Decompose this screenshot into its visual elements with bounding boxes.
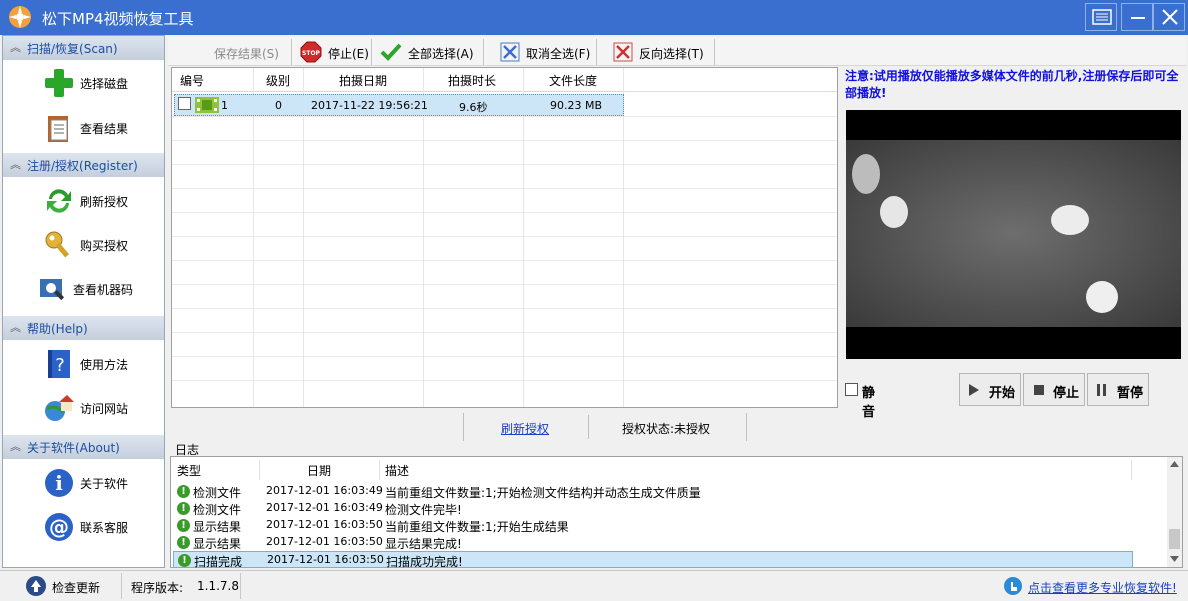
plus-icon [45, 69, 73, 97]
app-logo-icon [9, 6, 31, 28]
pause-button[interactable]: 暂停 [1087, 373, 1149, 406]
version-label: 程序版本: [131, 581, 184, 595]
section-about[interactable]: ︽ 关于软件(About) [3, 435, 164, 459]
at-icon: @ [45, 513, 73, 541]
table-row[interactable]: 1 0 2017-11-22 19:56:21 9.6秒 90.23 MB [174, 94, 624, 116]
scroll-thumb[interactable] [1169, 529, 1180, 549]
close-button[interactable] [1153, 3, 1185, 31]
auth-state-text: 授权状态:未授权 [622, 422, 711, 436]
window-title: 松下MP4视频恢复工具 [42, 10, 194, 28]
play-icon [969, 384, 979, 396]
info-status-icon: ! [177, 502, 190, 515]
select-all-button[interactable]: 全部选择(A) [378, 40, 478, 64]
key-icon [45, 231, 70, 258]
stop-sign-icon: STOP [300, 41, 322, 63]
clipboard-icon [48, 116, 68, 142]
scroll-down-icon [1170, 556, 1179, 562]
sidebar-item-select-disk[interactable]: 选择磁盘 [3, 63, 164, 103]
sidebar-item-usage[interactable]: ? 使用方法 [3, 344, 164, 384]
svg-text:@: @ [49, 515, 69, 539]
log-row-selected[interactable]: ! 扫描完成 2017-12-01 16:03:50 扫描成功完成! [173, 551, 1133, 569]
menu-button[interactable] [1085, 3, 1117, 31]
help-book-icon: ? [48, 350, 70, 378]
scroll-up-icon [1170, 461, 1179, 467]
auth-status-bar: 刷新授权 授权状态:未授权 [463, 413, 747, 441]
stop-playback-button[interactable]: 停止 [1023, 373, 1085, 406]
info-status-icon: ! [178, 554, 191, 567]
stop-button[interactable]: STOP 停止(E) [298, 40, 369, 64]
trial-notice: 注意:试用播放仅能播放多媒体文件的前几秒,注册保存后即可全部播放! [845, 69, 1179, 100]
toolbar: 保存结果(S) STOP 停止(E) 全部选择(A) 取消全选(F) 反向选择(… [168, 37, 1186, 66]
col-header-date[interactable]: 拍摄日期 [339, 72, 387, 89]
svg-text:i: i [55, 471, 63, 495]
collapse-chevron-icon: ︽ [10, 321, 21, 334]
more-software-link[interactable]: 点击查看更多专业恢复软件! [1028, 579, 1177, 596]
results-table: 编号 级别 拍摄日期 拍摄时长 文件长度 1 0 2017-11-22 19:5… [171, 67, 838, 408]
check-update-button[interactable]: 检查更新 [2, 573, 122, 599]
sidebar-item-about[interactable]: i 关于软件 [3, 463, 164, 503]
video-preview[interactable] [846, 110, 1181, 359]
collapse-chevron-icon: ︽ [10, 440, 21, 453]
minimize-icon [1131, 17, 1145, 19]
invert-icon [613, 42, 633, 62]
update-icon [26, 576, 46, 596]
title-bar: 松下MP4视频恢复工具 [0, 0, 1188, 35]
deselect-icon [500, 42, 520, 62]
save-results-button[interactable]: 保存结果(S) [188, 40, 288, 64]
info-status-icon: ! [177, 485, 190, 498]
video-frame [846, 140, 1181, 327]
col-header-id[interactable]: 编号 [180, 72, 204, 89]
log-row[interactable]: ! 显示结果 2017-12-01 16:03:50 显示结果完成! [173, 534, 1133, 551]
info-icon: i [45, 469, 73, 497]
log-table: 类型 日期 描述 ! 检测文件 2017-12-01 16:03:49 当前重组… [170, 456, 1183, 569]
refresh-icon [47, 189, 71, 213]
col-header-duration[interactable]: 拍摄时长 [448, 72, 496, 89]
sidebar-item-machine-code[interactable]: 查看机器码 [3, 269, 164, 309]
col-header-level[interactable]: 级别 [266, 72, 290, 89]
section-help[interactable]: ︽ 帮助(Help) [3, 316, 164, 340]
sidebar: ︽ 扫描/恢复(Scan) 选择磁盘 查看结果 ︽ 注册/授权(Register) … [2, 35, 165, 568]
mute-checkbox-box[interactable] [845, 383, 858, 396]
status-bar: 检查更新 程序版本: 1.1.7.8 点击查看更多专业恢复软件! [0, 570, 1188, 601]
sidebar-item-view-results[interactable]: 查看结果 [3, 108, 164, 148]
row-checkbox[interactable] [178, 97, 191, 110]
refresh-auth-link[interactable]: 刷新授权 [501, 420, 549, 437]
log-col-date[interactable]: 日期 [307, 462, 331, 479]
close-icon [1162, 9, 1178, 25]
table-header: 编号 级别 拍摄日期 拍摄时长 文件长度 [172, 68, 837, 92]
pause-icon [1097, 384, 1106, 396]
sidebar-item-buy-license[interactable]: 购买授权 [3, 225, 164, 265]
minimize-button[interactable] [1121, 3, 1153, 31]
section-scan[interactable]: ︽ 扫描/恢复(Scan) [3, 36, 164, 60]
menu-icon [1092, 9, 1112, 25]
log-col-type[interactable]: 类型 [177, 462, 201, 479]
video-file-icon [195, 97, 219, 113]
log-row[interactable]: ! 显示结果 2017-12-01 16:03:50 当前重组文件数量:1;开始… [173, 517, 1133, 534]
deselect-all-button[interactable]: 取消全选(F) [498, 40, 593, 64]
play-button[interactable]: 开始 [959, 373, 1021, 406]
section-register[interactable]: ︽ 注册/授权(Register) [3, 153, 164, 177]
home-globe-icon [45, 395, 74, 421]
scan-icon [40, 279, 65, 301]
sidebar-item-refresh-auth[interactable]: 刷新授权 [3, 181, 164, 221]
log-scrollbar[interactable] [1167, 457, 1182, 567]
log-row[interactable]: ! 检测文件 2017-12-01 16:03:49 检测文件完毕! [173, 500, 1133, 517]
version-value: 1.1.7.8 [197, 579, 239, 593]
invert-selection-button[interactable]: 反向选择(T) [611, 40, 711, 64]
sidebar-item-contact[interactable]: @ 联系客服 [3, 507, 164, 547]
info-status-icon: ! [177, 519, 190, 532]
collapse-chevron-icon: ︽ [10, 41, 21, 54]
svg-text:?: ? [55, 355, 65, 376]
checkmark-icon [380, 43, 402, 61]
sidebar-item-visit-site[interactable]: 访问网站 [3, 388, 164, 428]
log-col-desc[interactable]: 描述 [385, 462, 409, 479]
collapse-chevron-icon: ︽ [10, 158, 21, 171]
svg-text:STOP: STOP [302, 50, 321, 57]
hand-pointer-icon [1004, 577, 1022, 595]
col-header-size[interactable]: 文件长度 [549, 72, 597, 89]
stop-square-icon [1034, 385, 1044, 395]
log-row[interactable]: ! 检测文件 2017-12-01 16:03:49 当前重组文件数量:1;开始… [173, 483, 1133, 500]
info-status-icon: ! [177, 536, 190, 549]
